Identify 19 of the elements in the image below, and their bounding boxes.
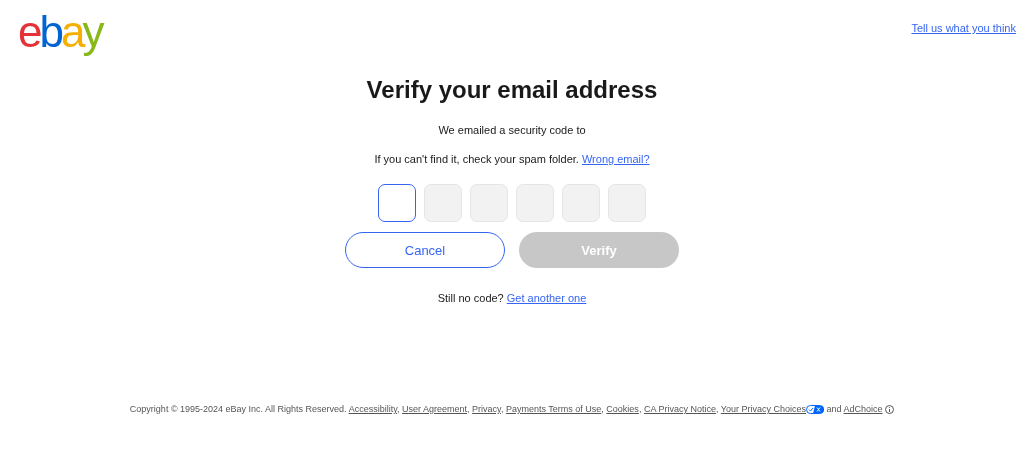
info-icon [885, 405, 895, 415]
email-message: We emailed a security code to [438, 124, 586, 136]
spam-note: If you can't find it, check your spam folder. Wrong email? [374, 153, 650, 165]
footer-link[interactable]: AdChoice [843, 404, 883, 414]
footer-link[interactable]: CA Privacy Notice [643, 404, 716, 414]
page-title: Verify your email address [366, 76, 658, 104]
wrong-email-link[interactable]: Wrong email? [581, 153, 650, 165]
resend-link[interactable]: Get another one [506, 292, 587, 304]
footer-link[interactable]: Your Privacy Choices [720, 404, 806, 414]
resend-note: Still no code? Get another one [437, 292, 587, 304]
ebay-logo[interactable]: ebay [18, 10, 102, 54]
footer-link[interactable]: Accessibility [348, 404, 397, 414]
cancel-button[interactable]: Cancel [345, 232, 505, 268]
footer-link[interactable]: Privacy [472, 404, 501, 414]
footer-legal-text: Copyright © 1995-2024 eBay Inc. All Rights Reserved. Accessibility, User Agreement, Privacy, Payments Terms of Use, Cookies, CA Privacy Notice, Your Privacy Choices and AdChoice [0, 404, 1024, 415]
code-digit-field[interactable] [378, 184, 416, 222]
feedback-link[interactable]: Tell us what you think [911, 22, 1016, 34]
privacy-toggle-icon [806, 405, 824, 415]
footer-link[interactable]: Cookies [606, 404, 639, 414]
